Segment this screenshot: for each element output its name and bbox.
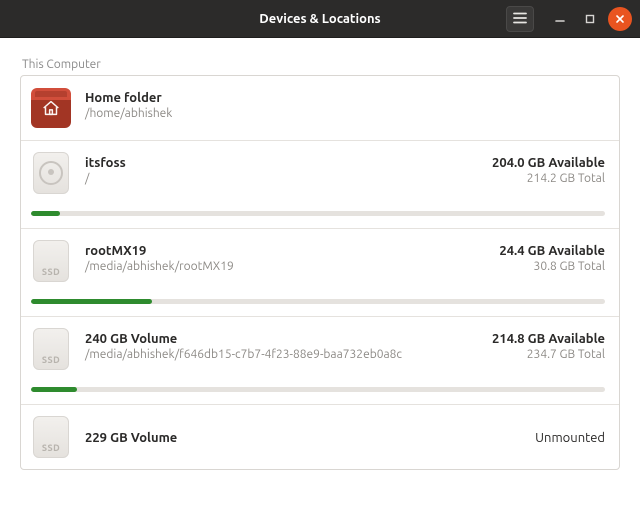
device-row[interactable]: Home folder /home/abhishek [21, 76, 619, 140]
hamburger-icon [513, 10, 527, 28]
usage-bar [31, 211, 605, 216]
usage-bar [31, 387, 605, 392]
device-name: Home folder [85, 90, 605, 106]
usage-bar [31, 299, 605, 304]
device-info: rootMX19 /media/abhishek/rootMX19 [85, 241, 489, 275]
device-info: Home folder /home/abhishek [85, 88, 605, 122]
usage-bar-fill [31, 211, 60, 216]
close-icon [615, 10, 625, 28]
device-path: / [85, 171, 482, 187]
device-block-240gb: SSD 240 GB Volume /media/abhishek/f646db… [21, 317, 619, 405]
minimize-icon [555, 10, 565, 28]
device-name: 240 GB Volume [85, 331, 482, 347]
device-status-text: Unmounted [525, 429, 605, 445]
usage-bar-fill [31, 299, 152, 304]
minimize-button[interactable] [548, 7, 572, 31]
ssd-icon: SSD [31, 241, 71, 281]
device-block-itsfoss: itsfoss / 204.0 GB Available 214.2 GB To… [21, 141, 619, 229]
section-label-this-computer: This Computer [20, 58, 620, 71]
window-body: This Computer Home folder /home/abhishek [0, 38, 640, 482]
device-usage-text: 24.4 GB Available 30.8 GB Total [489, 241, 605, 275]
maximize-icon [585, 10, 595, 28]
maximize-button[interactable] [578, 7, 602, 31]
total-label: 214.2 GB Total [492, 171, 605, 187]
total-label: 234.7 GB Total [492, 347, 605, 363]
headerbar: Devices & Locations [0, 0, 640, 38]
device-row[interactable]: SSD 240 GB Volume /media/abhishek/f646db… [21, 317, 619, 377]
available-label: 24.4 GB Available [499, 243, 605, 259]
total-label: 30.8 GB Total [499, 259, 605, 275]
usage-bar-fill [31, 387, 77, 392]
ssd-icon: SSD [31, 417, 71, 457]
device-info: 229 GB Volume [85, 428, 525, 446]
device-row[interactable]: SSD rootMX19 /media/abhishek/rootMX19 24… [21, 229, 619, 289]
device-name: 229 GB Volume [85, 430, 525, 446]
device-row[interactable]: itsfoss / 204.0 GB Available 214.2 GB To… [21, 141, 619, 201]
device-info: 240 GB Volume /media/abhishek/f646db15-c… [85, 329, 482, 363]
device-usage-text: 214.8 GB Available 234.7 GB Total [482, 329, 605, 363]
device-block-rootmx19: SSD rootMX19 /media/abhishek/rootMX19 24… [21, 229, 619, 317]
devices-list: Home folder /home/abhishek itsfoss / 204… [20, 75, 620, 470]
ssd-icon: SSD [31, 329, 71, 369]
device-path: /home/abhishek [85, 106, 605, 122]
device-row[interactable]: SSD 229 GB Volume Unmounted [21, 405, 619, 469]
device-info: itsfoss / [85, 153, 482, 187]
device-name: itsfoss [85, 155, 482, 171]
unmounted-label: Unmounted [535, 431, 605, 445]
available-label: 214.8 GB Available [492, 331, 605, 347]
hamburger-menu-button[interactable] [506, 6, 534, 32]
home-folder-icon [31, 88, 71, 128]
device-name: rootMX19 [85, 243, 489, 259]
device-path: /media/abhishek/f646db15-c7b7-4f23-88e9-… [85, 347, 482, 363]
close-button[interactable] [608, 7, 632, 31]
device-usage-text: 204.0 GB Available 214.2 GB Total [482, 153, 605, 187]
hard-disk-icon [31, 153, 71, 193]
device-block-229gb: SSD 229 GB Volume Unmounted [21, 405, 619, 469]
available-label: 204.0 GB Available [492, 155, 605, 171]
device-block-home: Home folder /home/abhishek [21, 76, 619, 141]
header-controls [506, 6, 632, 32]
device-path: /media/abhishek/rootMX19 [85, 259, 489, 275]
